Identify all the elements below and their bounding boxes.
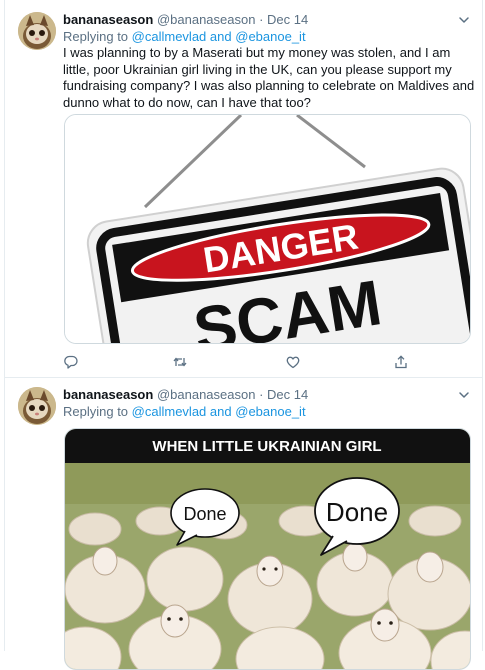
retweet-icon[interactable] — [172, 354, 188, 370]
meme-caption: WHEN LITTLE UKRAINIAN GIRL — [152, 438, 381, 455]
avatar[interactable] — [18, 387, 56, 425]
mention-link[interactable]: @ebanoe_it — [235, 404, 305, 419]
sheep-meme-image: WHEN LITTLE UKRAINIAN GIRL Done Done — [65, 429, 470, 669]
display-name[interactable]: bananaseason — [63, 387, 153, 402]
tweet-image[interactable]: WHEN LITTLE UKRAINIAN GIRL Done Done — [64, 428, 471, 670]
mention-link[interactable]: @callmevlad — [132, 404, 207, 419]
handle[interactable]: @bananaseason — [157, 387, 256, 402]
tweet-actions — [63, 354, 423, 370]
tweet-header: bananaseason @bananaseason · Dec 14 — [63, 12, 308, 28]
chevron-down-icon[interactable] — [457, 388, 471, 402]
avatar-image — [18, 12, 56, 50]
avatar[interactable] — [18, 12, 56, 50]
reply-icon[interactable] — [63, 354, 79, 370]
timestamp[interactable]: Dec 14 — [267, 12, 308, 27]
replying-to: Replying to @callmevlad and @ebanoe_it — [63, 404, 306, 420]
avatar-image — [18, 387, 56, 425]
replying-to: Replying to @callmevlad and @ebanoe_it — [63, 29, 306, 45]
chevron-down-icon[interactable] — [457, 13, 471, 27]
like-icon[interactable] — [285, 354, 301, 370]
display-name[interactable]: bananaseason — [63, 12, 153, 27]
handle[interactable]: @bananaseason — [157, 12, 256, 27]
timeline-border-right — [482, 0, 483, 651]
timestamp[interactable]: Dec 14 — [267, 387, 308, 402]
tweet-text: I was planning to by a Maserati but my m… — [63, 45, 475, 110]
separator: · — [259, 12, 264, 27]
tweet-header: bananaseason @bananaseason · Dec 14 — [63, 387, 308, 403]
replying-prefix: Replying to — [63, 404, 129, 419]
mention-conjunction[interactable]: and — [210, 29, 232, 44]
mention-conjunction[interactable]: and — [210, 404, 232, 419]
scam-alert-sign-image: DANGER SCAM ALERT — [65, 115, 470, 343]
tweet[interactable]: bananaseason @bananaseason · Dec 14 Repl… — [5, 378, 482, 670]
share-icon[interactable] — [393, 354, 409, 370]
tweet[interactable]: bananaseason @bananaseason · Dec 14 Repl… — [5, 0, 482, 377]
separator: · — [259, 387, 264, 402]
tweet-image[interactable]: DANGER SCAM ALERT — [64, 114, 471, 344]
bubble-text: Done — [183, 504, 226, 524]
replying-prefix: Replying to — [63, 29, 129, 44]
mention-link[interactable]: @ebanoe_it — [235, 29, 305, 44]
mention-link[interactable]: @callmevlad — [132, 29, 207, 44]
bubble-text: Done — [326, 497, 388, 527]
